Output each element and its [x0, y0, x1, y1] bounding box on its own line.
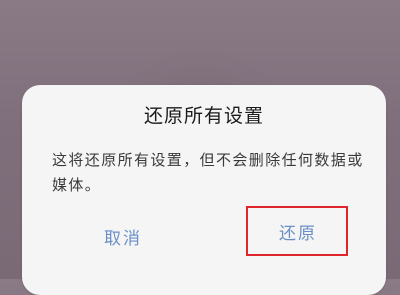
dialog-title: 还原所有设置 — [143, 105, 264, 127]
restore-button[interactable]: 还原 — [247, 207, 349, 255]
reset-settings-dialog: 还原所有设置 这将还原所有设置，但不会删除任何数据或媒体。 取消 还原 — [22, 85, 386, 295]
dialog-message: 这将还原所有设置，但不会删除任何数据或媒体。 — [52, 151, 364, 194]
cancel-button[interactable]: 取消 — [68, 218, 178, 258]
